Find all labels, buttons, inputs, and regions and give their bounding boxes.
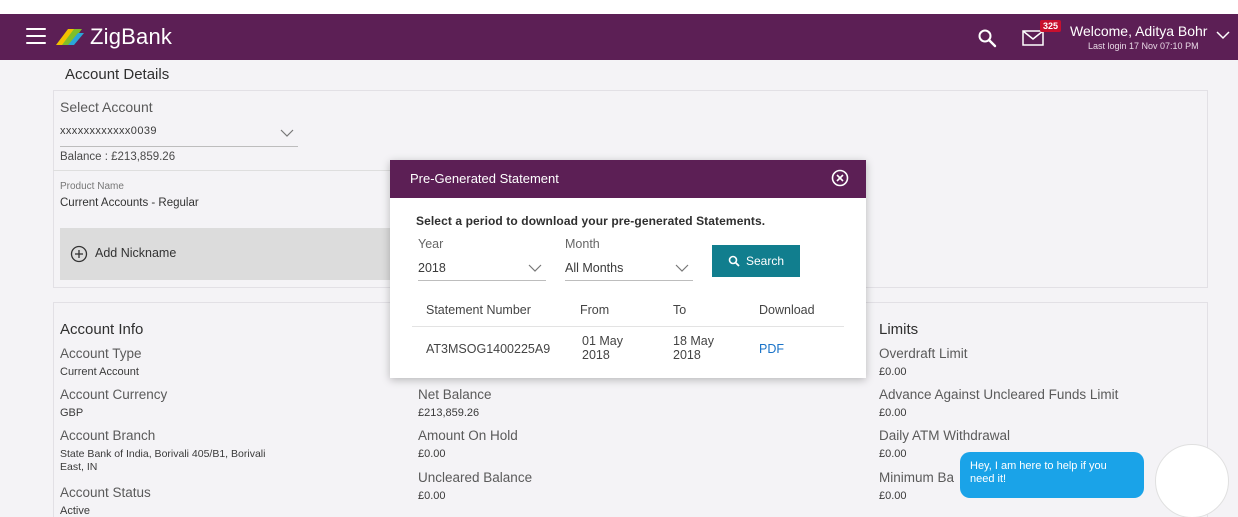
mail-count-badge: 325 — [1040, 20, 1062, 32]
net-balance-label: Net Balance — [418, 387, 492, 402]
account-branch-value: State Bank of India, Borivali 405/B1, Bo… — [60, 448, 266, 460]
month-value: All Months — [565, 261, 624, 275]
to-date-cell: 18 May — [673, 334, 714, 348]
uncleared-balance-value: £0.00 — [418, 490, 446, 502]
from-year-cell: 2018 — [582, 348, 610, 362]
hamburger-menu-icon[interactable] — [26, 28, 46, 44]
product-name-value: Current Accounts - Regular — [60, 197, 199, 209]
limits-title: Limits — [879, 321, 919, 338]
modal-title: Pre-Generated Statement — [410, 171, 559, 186]
search-icon[interactable] — [977, 28, 997, 48]
amount-on-hold-value: £0.00 — [418, 448, 446, 460]
chatbot-avatar[interactable] — [1155, 444, 1229, 517]
page-title: Account Details — [65, 66, 170, 83]
select-account-label: Select Account — [60, 99, 153, 115]
to-year-cell: 2018 — [673, 348, 701, 362]
pre-generated-statement-modal: Pre-Generated Statement Select a period … — [390, 160, 866, 378]
overdraft-limit-value: £0.00 — [879, 366, 907, 378]
selected-account-value: xxxxxxxxxxxx0039 — [60, 125, 157, 137]
chevron-down-icon[interactable] — [1216, 30, 1230, 40]
modal-instruction: Select a period to download your pre-gen… — [416, 214, 766, 228]
product-name-label: Product Name — [60, 181, 124, 192]
top-spacer — [0, 0, 1238, 14]
chat-message-line: need it! — [970, 473, 1007, 485]
account-currency-label: Account Currency — [60, 387, 168, 402]
account-status-value: Active — [60, 505, 90, 517]
account-type-label: Account Type — [60, 346, 142, 361]
chat-bubble[interactable]: Hey, I am here to help if you need it! — [960, 452, 1144, 498]
table-divider — [412, 326, 844, 327]
column-header-download: Download — [759, 303, 815, 317]
atm-withdrawal-value: £0.00 — [879, 448, 907, 460]
last-login-text: Last login 17 Nov 07:10 PM — [1088, 41, 1199, 51]
overdraft-limit-label: Overdraft Limit — [879, 346, 968, 361]
brand-name: ZigBank — [90, 24, 173, 49]
column-header-statement-number: Statement Number — [426, 303, 531, 317]
from-date-cell: 01 May — [582, 334, 623, 348]
statement-number-cell: AT3MSOG1400225A9 — [426, 342, 551, 356]
advance-limit-value: £0.00 — [879, 407, 907, 419]
account-select-dropdown[interactable]: xxxxxxxxxxxx0039 — [60, 121, 298, 147]
add-circle-icon[interactable] — [70, 245, 88, 263]
add-nickname-link[interactable]: Add Nickname — [95, 246, 176, 260]
month-select[interactable]: All Months — [565, 255, 693, 281]
brand-logo[interactable]: ZigBank — [54, 24, 172, 50]
search-icon — [728, 255, 740, 267]
column-header-from: From — [580, 303, 610, 317]
chevron-down-icon — [528, 264, 542, 272]
amount-on-hold-label: Amount On Hold — [418, 428, 518, 443]
mail-icon[interactable] — [1022, 30, 1044, 46]
app-header: ZigBank 325 Welcome, Aditya Bohr Last lo… — [0, 14, 1238, 60]
chevron-down-icon — [675, 264, 689, 272]
month-label: Month — [565, 237, 600, 251]
zigbank-logo-icon — [56, 29, 84, 45]
minimum-balance-value: £0.00 — [879, 490, 907, 502]
chevron-down-icon — [280, 129, 294, 137]
account-type-value: Current Account — [60, 366, 139, 378]
account-info-title: Account Info — [60, 321, 144, 338]
atm-withdrawal-label: Daily ATM Withdrawal — [879, 428, 1011, 443]
account-balance: Balance : £213,859.26 — [60, 151, 176, 163]
advance-limit-label: Advance Against Uncleared Funds Limit — [879, 387, 1119, 402]
chat-message-line: Hey, I am here to help if you — [970, 460, 1107, 472]
modal-header: Pre-Generated Statement — [390, 160, 866, 198]
divider — [53, 170, 391, 171]
year-label: Year — [418, 237, 444, 251]
minimum-balance-label: Minimum Ba — [879, 470, 955, 485]
account-status-label: Account Status — [60, 485, 151, 500]
account-currency-value: GBP — [60, 407, 84, 419]
year-value: 2018 — [418, 261, 446, 275]
column-header-to: To — [673, 303, 687, 317]
close-icon[interactable] — [830, 168, 850, 188]
net-balance-value: £213,859.26 — [418, 407, 480, 419]
account-branch-label: Account Branch — [60, 428, 156, 443]
search-button[interactable]: Search — [712, 245, 800, 277]
year-select[interactable]: 2018 — [418, 255, 546, 281]
search-button-label: Search — [745, 254, 785, 268]
uncleared-balance-label: Uncleared Balance — [418, 470, 533, 485]
account-branch-value-cont: East, IN — [60, 461, 98, 473]
welcome-text[interactable]: Welcome, Aditya Bohr — [1070, 23, 1207, 39]
pdf-download-link[interactable]: PDF — [759, 342, 784, 356]
